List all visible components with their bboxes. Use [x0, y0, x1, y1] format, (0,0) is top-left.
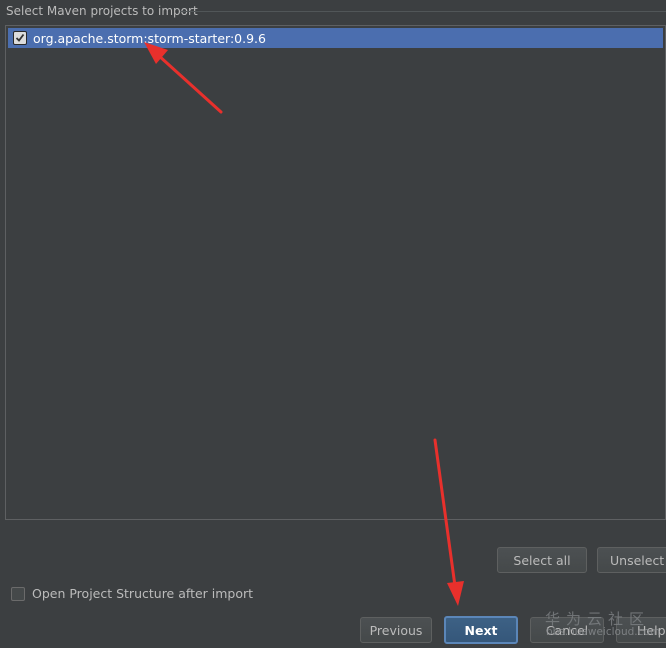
project-checkbox[interactable] — [13, 31, 27, 45]
open-project-structure-checkbox[interactable] — [11, 586, 25, 601]
section-title: Select Maven projects to import — [6, 4, 198, 18]
project-list-item[interactable]: org.apache.storm:storm-starter:0.9.6 — [8, 28, 663, 48]
watermark-url: bbs.huaweicloud.com — [546, 626, 661, 638]
select-all-button[interactable]: Select all — [497, 547, 587, 573]
open-project-structure-option[interactable]: Open Project Structure after import — [11, 586, 253, 601]
next-button[interactable]: Next — [444, 616, 518, 644]
unselect-button[interactable]: Unselect — [597, 547, 666, 573]
check-icon — [15, 33, 25, 42]
section-divider — [180, 11, 666, 12]
previous-button[interactable]: Previous — [360, 617, 432, 643]
open-project-structure-label: Open Project Structure after import — [32, 586, 254, 601]
maven-project-list[interactable]: org.apache.storm:storm-starter:0.9.6 — [5, 25, 666, 520]
project-label: org.apache.storm:storm-starter:0.9.6 — [33, 30, 266, 46]
